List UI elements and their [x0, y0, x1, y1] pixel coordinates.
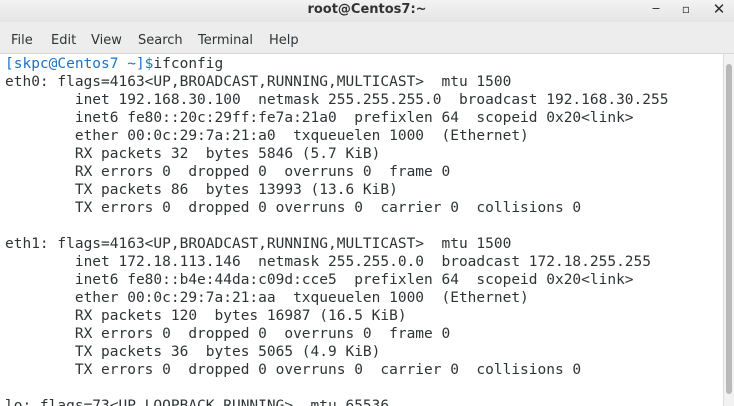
title-bar[interactable]: root@Centos7:~ ‒ ▫ ✕	[0, 0, 734, 23]
window-title: root@Centos7:~	[307, 2, 427, 17]
output-line: ether 00:0c:29:7a:21:aa txqueuelen 1000 …	[5, 290, 529, 306]
menu-help[interactable]: Help	[269, 29, 299, 53]
menu-file[interactable]: File	[11, 29, 33, 53]
terminal-output[interactable]: [skpc@Centos7 ~]$ifconfig eth0: flags=41…	[0, 54, 723, 406]
output-line: TX packets 86 bytes 13993 (13.6 KiB)	[5, 182, 398, 198]
close-icon[interactable]: ✕	[708, 0, 730, 20]
output-line: inet 172.18.113.146 netmask 255.255.0.0 …	[5, 254, 652, 270]
scrollbar-thumb[interactable]	[726, 64, 732, 394]
menu-view[interactable]: View	[91, 29, 122, 53]
output-line: TX errors 0 dropped 0 overruns 0 carrier…	[5, 362, 582, 378]
terminal-window: root@Centos7:~ ‒ ▫ ✕ File Edit View Sear…	[0, 0, 734, 406]
menubar-spacer	[0, 22, 734, 29]
output-line: eth1: flags=4163<UP,BROADCAST,RUNNING,MU…	[5, 236, 512, 252]
menu-bar: File Edit View Search Terminal Help	[0, 29, 734, 54]
shell-command: ifconfig	[153, 56, 224, 72]
output-line: eth0: flags=4163<UP,BROADCAST,RUNNING,MU…	[5, 74, 512, 90]
menu-edit[interactable]: Edit	[51, 29, 76, 53]
minimize-icon[interactable]: ‒	[645, 0, 667, 20]
output-line: RX packets 120 bytes 16987 (16.5 KiB)	[5, 308, 407, 324]
command-line: [skpc@Centos7 ~]$ifconfig	[5, 55, 223, 73]
shell-prompt: [skpc@Centos7 ~]$	[5, 56, 154, 72]
vertical-scrollbar[interactable]	[723, 54, 734, 406]
menu-search[interactable]: Search	[138, 29, 183, 53]
output-line: RX packets 32 bytes 5846 (5.7 KiB)	[5, 146, 381, 162]
output-line: inet6 fe80::20c:29ff:fe7a:21a0 prefixlen…	[5, 110, 634, 126]
output-line: TX packets 36 bytes 5065 (4.9 KiB)	[5, 344, 381, 360]
output-line: inet6 fe80::b4e:44da:c09d:cce5 prefixlen…	[5, 272, 634, 288]
output-line: TX errors 0 dropped 0 overruns 0 carrier…	[5, 200, 582, 216]
maximize-icon[interactable]: ▫	[675, 0, 697, 20]
output-line: ether 00:0c:29:7a:21:a0 txqueuelen 1000 …	[5, 128, 529, 144]
output-line: inet 192.168.30.100 netmask 255.255.255.…	[5, 92, 669, 108]
output-line: RX errors 0 dropped 0 overruns 0 frame 0	[5, 164, 451, 180]
output-line: lo: flags=73<UP,LOOPBACK,RUNNING> mtu 65…	[5, 398, 390, 406]
output-line: RX errors 0 dropped 0 overruns 0 frame 0	[5, 326, 451, 342]
menu-terminal[interactable]: Terminal	[198, 29, 253, 53]
